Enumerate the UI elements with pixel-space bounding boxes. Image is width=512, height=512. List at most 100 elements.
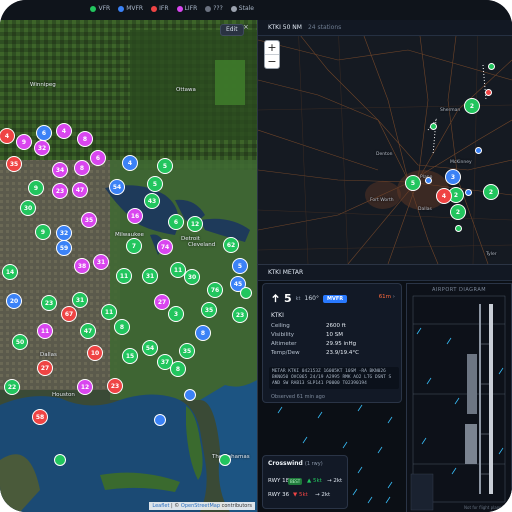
local-station-marker[interactable] xyxy=(455,225,462,232)
local-station-cluster[interactable]: 2 xyxy=(483,184,499,200)
station-cluster-marker[interactable]: 11 xyxy=(37,323,53,339)
station-cluster-marker[interactable]: 8 xyxy=(114,319,130,335)
station-cluster-marker[interactable]: 35 xyxy=(81,212,97,228)
local-station-marker[interactable] xyxy=(475,147,482,154)
local-station-cluster[interactable]: 4 xyxy=(436,188,452,204)
station-cluster-marker[interactable]: 20 xyxy=(6,293,22,309)
metar-row: Visibility 10 SM xyxy=(271,332,343,338)
legend-label: ??? xyxy=(213,5,223,12)
station-cluster-marker[interactable]: 15 xyxy=(122,348,138,364)
station-cluster-marker[interactable]: 47 xyxy=(72,182,88,198)
map-tiles xyxy=(0,20,257,512)
station-cluster-marker[interactable]: 11 xyxy=(116,268,132,284)
station-cluster-marker[interactable]: 9 xyxy=(16,134,32,150)
runway-18-crosswind: → 2kt xyxy=(327,478,343,484)
station-cluster-marker[interactable]: 35 xyxy=(6,156,22,172)
station-cluster-marker[interactable]: 30 xyxy=(20,200,36,216)
station-cluster-marker[interactable]: 74 xyxy=(157,239,173,255)
station-cluster-marker[interactable]: 43 xyxy=(144,193,160,209)
station-cluster-marker[interactable]: 5 xyxy=(232,258,248,274)
station-cluster-marker[interactable]: 31 xyxy=(142,268,158,284)
local-map-panel[interactable]: + − DallasFort WorthPlanoDentonMcKinneyS… xyxy=(258,20,512,264)
national-map[interactable]: Winnipeg Ottawa Milwaukee Detroit Cleveland D… xyxy=(0,20,257,512)
map-attribution: Leaflet | © OpenStreetMap contributors xyxy=(149,502,255,510)
station-cluster-marker[interactable]: 27 xyxy=(154,294,170,310)
station-cluster-marker[interactable]: 16 xyxy=(127,208,143,224)
local-station-cluster[interactable]: 5 xyxy=(405,175,421,191)
local-map-title: KTKI 50 NM xyxy=(268,24,302,31)
station-cluster-marker[interactable]: 50 xyxy=(12,334,28,350)
station-cluster-marker[interactable]: 9 xyxy=(28,180,44,196)
local-station-marker[interactable] xyxy=(488,63,495,70)
station-cluster-marker[interactable]: 3 xyxy=(168,306,184,322)
zoom-out-button[interactable]: − xyxy=(265,55,279,68)
station-marker[interactable] xyxy=(54,454,66,466)
station-cluster-marker[interactable]: 23 xyxy=(41,295,57,311)
station-cluster-marker[interactable]: 62 xyxy=(223,237,239,253)
station-cluster-marker[interactable]: 22 xyxy=(4,379,20,395)
station-cluster-marker[interactable]: 5 xyxy=(147,176,163,192)
station-cluster-marker[interactable]: 34 xyxy=(52,162,68,178)
station-cluster-marker[interactable]: 6 xyxy=(90,150,106,166)
station-cluster-marker[interactable]: 32 xyxy=(56,225,72,241)
station-cluster-marker[interactable]: 54 xyxy=(109,179,125,195)
station-cluster-marker[interactable]: 11 xyxy=(101,304,117,320)
station-cluster-marker[interactable]: 30 xyxy=(184,269,200,285)
local-place-label: Dallas xyxy=(418,207,432,212)
close-icon[interactable]: × xyxy=(243,23,249,31)
edit-button[interactable]: Edit xyxy=(220,24,244,36)
local-station-marker[interactable] xyxy=(485,89,492,96)
station-cluster-marker[interactable]: 38 xyxy=(74,258,90,274)
station-cluster-marker[interactable]: 76 xyxy=(207,282,223,298)
station-cluster-marker[interactable]: 35 xyxy=(201,302,217,318)
station-cluster-marker[interactable]: 35 xyxy=(179,343,195,359)
station-cluster-marker[interactable]: 6 xyxy=(36,125,52,141)
station-cluster-marker[interactable]: 10 xyxy=(87,345,103,361)
station-cluster-marker[interactable]: 8 xyxy=(195,325,211,341)
station-cluster-marker[interactable]: 31 xyxy=(72,292,88,308)
legend-item-ifr: IFR xyxy=(151,5,169,12)
station-cluster-marker[interactable]: 47 xyxy=(80,323,96,339)
metar-row-value: 23.9/19.4°C xyxy=(326,350,359,356)
station-cluster-marker[interactable]: 4 xyxy=(56,123,72,139)
legend-label: VFR xyxy=(98,5,111,12)
station-count: 24 stations xyxy=(307,24,342,31)
attribution-suffix: contributors xyxy=(220,503,252,509)
station-cluster-marker[interactable]: 23 xyxy=(107,378,123,394)
station-marker[interactable] xyxy=(184,389,196,401)
station-cluster-marker[interactable]: 8 xyxy=(77,131,93,147)
station-cluster-marker[interactable]: 59 xyxy=(56,240,72,256)
station-cluster-marker[interactable]: 27 xyxy=(37,360,53,376)
zoom-in-button[interactable]: + xyxy=(265,41,279,55)
local-station-marker[interactable] xyxy=(425,177,432,184)
station-cluster-marker[interactable]: 58 xyxy=(32,409,48,425)
station-cluster-marker[interactable]: 14 xyxy=(2,264,18,280)
station-marker[interactable] xyxy=(154,414,166,426)
station-cluster-marker[interactable]: 32 xyxy=(34,140,50,156)
local-station-marker[interactable] xyxy=(430,123,437,130)
local-station-marker[interactable] xyxy=(465,189,472,196)
station-cluster-marker[interactable]: 31 xyxy=(93,254,109,270)
station-cluster-marker[interactable]: 23 xyxy=(52,183,68,199)
station-marker[interactable] xyxy=(240,287,252,299)
station-cluster-marker[interactable]: 9 xyxy=(35,224,51,240)
station-cluster-marker[interactable]: 7 xyxy=(126,238,142,254)
local-station-cluster[interactable]: 2 xyxy=(464,98,480,114)
station-marker[interactable] xyxy=(219,454,231,466)
station-cluster-marker[interactable]: 5 xyxy=(157,158,173,174)
station-cluster-marker[interactable]: 12 xyxy=(187,216,203,232)
local-station-cluster[interactable]: 2 xyxy=(450,204,466,220)
wind-unit: kt xyxy=(295,295,301,302)
local-station-cluster[interactable]: 3 xyxy=(445,169,461,185)
station-cluster-marker[interactable]: 4 xyxy=(122,155,138,171)
station-cluster-marker[interactable]: 67 xyxy=(61,306,77,322)
station-cluster-marker[interactable]: 54 xyxy=(142,340,158,356)
station-cluster-marker[interactable]: 8 xyxy=(170,361,186,377)
more-icon[interactable]: › xyxy=(393,294,395,300)
station-cluster-marker[interactable]: 23 xyxy=(232,307,248,323)
station-cluster-marker[interactable]: 12 xyxy=(77,379,93,395)
leaflet-link[interactable]: Leaflet xyxy=(152,503,169,509)
osm-link[interactable]: OpenStreetMap xyxy=(181,503,220,509)
station-cluster-marker[interactable]: 8 xyxy=(74,160,90,176)
station-cluster-marker[interactable]: 6 xyxy=(168,214,184,230)
